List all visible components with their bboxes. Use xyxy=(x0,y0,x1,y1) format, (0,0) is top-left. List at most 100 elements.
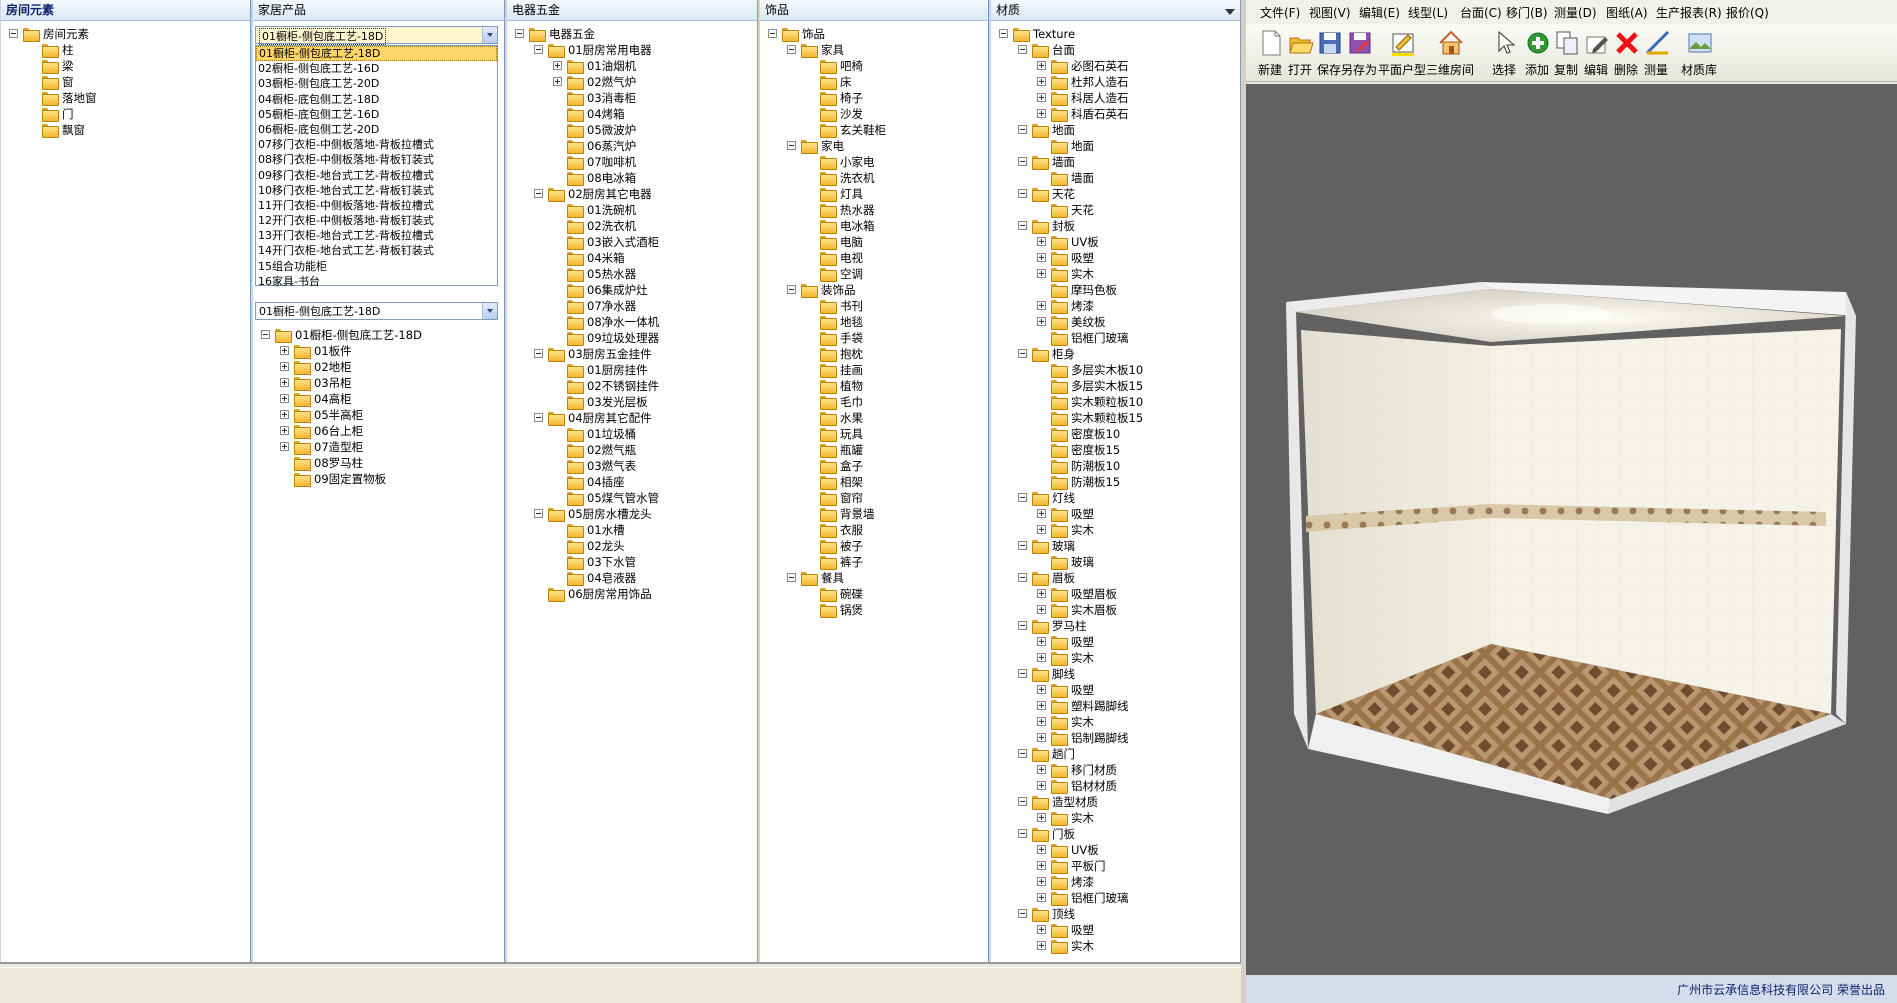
dropdown-option[interactable]: 14开门衣柜-地台式工艺-背板钉装式 xyxy=(256,243,497,258)
dropdown-option[interactable]: 09移门衣柜-地台式工艺-背板拉槽式 xyxy=(256,168,497,183)
expand-icon[interactable] xyxy=(1037,109,1046,118)
expand-icon[interactable] xyxy=(1037,893,1046,902)
tree-node[interactable]: 实木 xyxy=(991,266,1240,282)
tree-node[interactable]: 窗 xyxy=(1,74,250,90)
3d-room-render[interactable] xyxy=(1246,84,1897,975)
tree-node[interactable]: 02厨房其它电器 xyxy=(507,186,757,202)
tree-node[interactable]: 空调 xyxy=(760,266,988,282)
tree-node[interactable]: 实木 xyxy=(991,938,1240,954)
collapse-icon[interactable] xyxy=(515,29,524,38)
expand-icon[interactable] xyxy=(280,362,289,371)
collapse-icon[interactable] xyxy=(1018,749,1027,758)
chevron-down-icon[interactable] xyxy=(482,27,497,43)
tree-node[interactable]: 03吊柜 xyxy=(253,375,504,391)
collapse-icon[interactable] xyxy=(1018,45,1027,54)
tree-node[interactable]: 实木颗粒板15 xyxy=(991,410,1240,426)
dropdown-option[interactable]: 13开门衣柜-地台式工艺-背板拉槽式 xyxy=(256,228,497,243)
expand-icon[interactable] xyxy=(280,346,289,355)
tree-node[interactable]: 台面 xyxy=(991,42,1240,58)
menu-item[interactable]: 测量(D) xyxy=(1554,4,1597,21)
tree-node[interactable]: 03燃气表 xyxy=(507,458,757,474)
expand-icon[interactable] xyxy=(280,410,289,419)
tree-node[interactable]: 02不锈钢挂件 xyxy=(507,378,757,394)
collapse-icon[interactable] xyxy=(9,29,18,38)
collapse-icon[interactable] xyxy=(787,45,796,54)
menu-item[interactable]: 报价(Q) xyxy=(1726,4,1769,21)
tree-node[interactable]: 08净水一体机 xyxy=(507,314,757,330)
tree-node[interactable]: 摩玛色板 xyxy=(991,282,1240,298)
tree-node[interactable]: 吸塑眉板 xyxy=(991,586,1240,602)
tree-node[interactable]: 平板门 xyxy=(991,858,1240,874)
tree-node[interactable]: 地毯 xyxy=(760,314,988,330)
expand-icon[interactable] xyxy=(280,442,289,451)
dropdown-option[interactable]: 04橱柜-底包侧工艺-18D xyxy=(256,92,497,107)
expand-icon[interactable] xyxy=(553,61,562,70)
tree-node[interactable]: 植物 xyxy=(760,378,988,394)
collapse-icon[interactable] xyxy=(1018,221,1027,230)
tree-node[interactable]: 电视 xyxy=(760,250,988,266)
tree-node[interactable]: 02燃气炉 xyxy=(507,74,757,90)
expand-icon[interactable] xyxy=(1037,61,1046,70)
tree-node[interactable]: 04皂液器 xyxy=(507,570,757,586)
tree-node[interactable]: 03下水管 xyxy=(507,554,757,570)
collapse-icon[interactable] xyxy=(1018,157,1027,166)
tree-node[interactable]: 罗马柱 xyxy=(991,618,1240,634)
tree-node[interactable]: 墙面 xyxy=(991,154,1240,170)
menu-item[interactable]: 编辑(E) xyxy=(1359,4,1400,21)
tree-node[interactable]: 裤子 xyxy=(760,554,988,570)
tree-node[interactable]: 实木 xyxy=(991,650,1240,666)
tree-node[interactable]: 玄关鞋柜 xyxy=(760,122,988,138)
tree-node[interactable]: 09固定置物板 xyxy=(253,471,504,487)
tree-node[interactable]: 趟门 xyxy=(991,746,1240,762)
tree-node[interactable]: 密度板10 xyxy=(991,426,1240,442)
tree-node[interactable]: 02地柜 xyxy=(253,359,504,375)
tree-node[interactable]: 门 xyxy=(1,106,250,122)
dropdown-option[interactable]: 05橱柜-底包侧工艺-16D xyxy=(256,107,497,122)
tree-node[interactable]: 椅子 xyxy=(760,90,988,106)
tree-node[interactable]: 窗帘 xyxy=(760,490,988,506)
tree-node[interactable]: 05热水器 xyxy=(507,266,757,282)
expand-icon[interactable] xyxy=(1037,925,1046,934)
expand-icon[interactable] xyxy=(1037,653,1046,662)
tree-node[interactable]: 07造型柜 xyxy=(253,439,504,455)
tree-node[interactable]: 玻璃 xyxy=(991,554,1240,570)
menu-item[interactable]: 文件(F) xyxy=(1260,4,1300,21)
collapse-icon[interactable] xyxy=(1018,493,1027,502)
expand-icon[interactable] xyxy=(1037,589,1046,598)
furniture-subcategory-dropdown[interactable]: 01橱柜-侧包底工艺-18D xyxy=(255,302,498,320)
tree-node[interactable]: 电器五金 xyxy=(507,26,757,42)
tree-node[interactable]: 电冰箱 xyxy=(760,218,988,234)
expand-icon[interactable] xyxy=(1037,637,1046,646)
tree-node[interactable]: 书刊 xyxy=(760,298,988,314)
collapse-icon[interactable] xyxy=(534,45,543,54)
menu-item[interactable]: 图纸(A) xyxy=(1606,4,1648,21)
collapse-icon[interactable] xyxy=(534,349,543,358)
dropdown-option[interactable]: 16家具-书台 xyxy=(256,274,497,289)
tree-node[interactable]: 瓶罐 xyxy=(760,442,988,458)
expand-icon[interactable] xyxy=(1037,701,1046,710)
expand-icon[interactable] xyxy=(1037,813,1046,822)
expand-icon[interactable] xyxy=(1037,301,1046,310)
tree-node[interactable]: 科居人造石 xyxy=(991,90,1240,106)
tree-node[interactable]: 铝框门玻璃 xyxy=(991,890,1240,906)
tree-node[interactable]: 梁 xyxy=(1,58,250,74)
collapse-icon[interactable] xyxy=(1018,125,1027,134)
tree-node[interactable]: 天花 xyxy=(991,202,1240,218)
tree-node[interactable]: 灯具 xyxy=(760,186,988,202)
tree-node[interactable]: 06台上柜 xyxy=(253,423,504,439)
collapse-icon[interactable] xyxy=(1018,541,1027,550)
menu-item[interactable]: 线型(L) xyxy=(1408,4,1448,21)
expand-icon[interactable] xyxy=(280,378,289,387)
tree-node[interactable]: 科盾石英石 xyxy=(991,106,1240,122)
tree-node[interactable]: 04插座 xyxy=(507,474,757,490)
chevron-down-icon[interactable] xyxy=(482,303,497,319)
tree-node[interactable]: 抱枕 xyxy=(760,346,988,362)
tree-node[interactable]: 实木 xyxy=(991,810,1240,826)
dropdown-option[interactable]: 08移门衣柜-中侧板落地-背板钉装式 xyxy=(256,152,497,167)
expand-icon[interactable] xyxy=(1037,861,1046,870)
tree-node[interactable]: 实木 xyxy=(991,522,1240,538)
expand-icon[interactable] xyxy=(1037,525,1046,534)
tree-node[interactable]: 03嵌入式酒柜 xyxy=(507,234,757,250)
tree-node[interactable]: 04米箱 xyxy=(507,250,757,266)
tree-node[interactable]: 门板 xyxy=(991,826,1240,842)
